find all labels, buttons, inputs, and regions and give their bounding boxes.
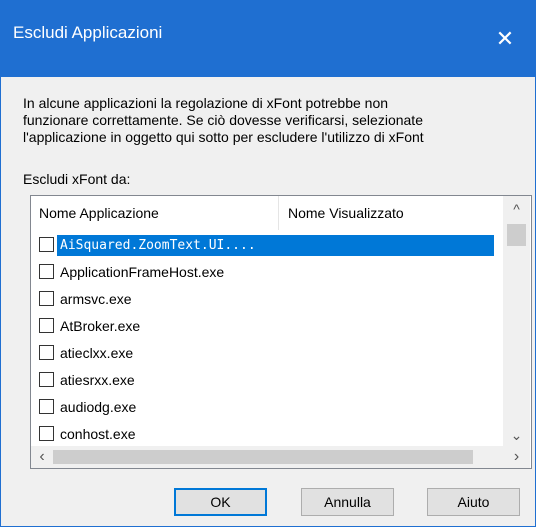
ok-button[interactable]: OK xyxy=(174,488,267,516)
row-label: ApplicationFrameHost.exe xyxy=(60,264,225,280)
vertical-scroll-thumb[interactable] xyxy=(507,224,526,246)
description-line-1: In alcune applicazioni la regolazione di… xyxy=(23,95,389,111)
row-checkbox[interactable] xyxy=(39,291,54,306)
description-line-3: l'applicazione in oggetto qui sotto per … xyxy=(23,129,424,145)
close-icon[interactable]: ✕ xyxy=(475,1,535,77)
row-label: conhost.exe xyxy=(60,426,136,442)
row-checkbox[interactable] xyxy=(39,318,54,333)
row-checkbox[interactable] xyxy=(39,237,54,252)
applications-listview[interactable]: Nome Applicazione Nome Visualizzato AiSq… xyxy=(30,195,532,469)
description-line-2: funzionare correttamente. Se ciò dovesse… xyxy=(23,112,423,128)
dialog-window: Escludi Applicazioni ✕ In alcune applica… xyxy=(0,0,536,527)
help-button[interactable]: Aiuto xyxy=(427,488,520,516)
vertical-scrollbar[interactable]: ^ ⌄ xyxy=(503,196,530,446)
row-label: audiodg.exe xyxy=(60,399,137,415)
list-item[interactable]: armsvc.exe xyxy=(31,286,503,313)
title-bar[interactable]: Escludi Applicazioni ✕ xyxy=(1,1,535,77)
row-label: atieclxx.exe xyxy=(60,345,134,361)
list-header: Nome Applicazione Nome Visualizzato xyxy=(31,196,503,230)
list-item[interactable]: AtBroker.exe xyxy=(31,313,503,340)
row-checkbox[interactable] xyxy=(39,264,54,279)
scroll-right-icon[interactable]: › xyxy=(503,446,530,468)
column-header-display-name[interactable]: Nome Visualizzato xyxy=(280,196,503,230)
scroll-down-icon[interactable]: ⌄ xyxy=(503,424,530,446)
list-item[interactable]: conhost.exe xyxy=(31,421,503,448)
row-label: AtBroker.exe xyxy=(60,318,141,334)
row-checkbox[interactable] xyxy=(39,372,54,387)
row-checkbox[interactable] xyxy=(39,426,54,441)
column-header-app-name[interactable]: Nome Applicazione xyxy=(31,196,279,230)
row-label: atiesrxx.exe xyxy=(60,372,135,388)
scroll-up-icon[interactable]: ^ xyxy=(503,198,530,220)
list-item[interactable]: atiesrxx.exe xyxy=(31,367,503,394)
row-checkbox[interactable] xyxy=(39,399,54,414)
dialog-title: Escludi Applicazioni xyxy=(13,23,163,42)
scroll-left-icon[interactable]: ‹ xyxy=(31,446,53,468)
list-item[interactable]: ApplicationFrameHost.exe xyxy=(31,259,503,286)
list-item[interactable]: AiSquared.ZoomText.UI.... xyxy=(31,232,503,259)
list-label: Escludi xFont da: xyxy=(23,171,131,187)
list-item[interactable]: audiodg.exe xyxy=(31,394,503,421)
list-rows: AiSquared.ZoomText.UI.... ApplicationFra… xyxy=(31,232,503,448)
horizontal-scroll-thumb[interactable] xyxy=(53,450,473,464)
cancel-button[interactable]: Annulla xyxy=(301,488,394,516)
list-item[interactable]: atieclxx.exe xyxy=(31,340,503,367)
description-text: In alcune applicazioni la regolazione di… xyxy=(23,95,523,146)
horizontal-scrollbar[interactable]: ‹ xyxy=(31,446,503,468)
row-label: AiSquared.ZoomText.UI.... xyxy=(57,235,494,256)
row-label: armsvc.exe xyxy=(60,291,132,307)
row-checkbox[interactable] xyxy=(39,345,54,360)
